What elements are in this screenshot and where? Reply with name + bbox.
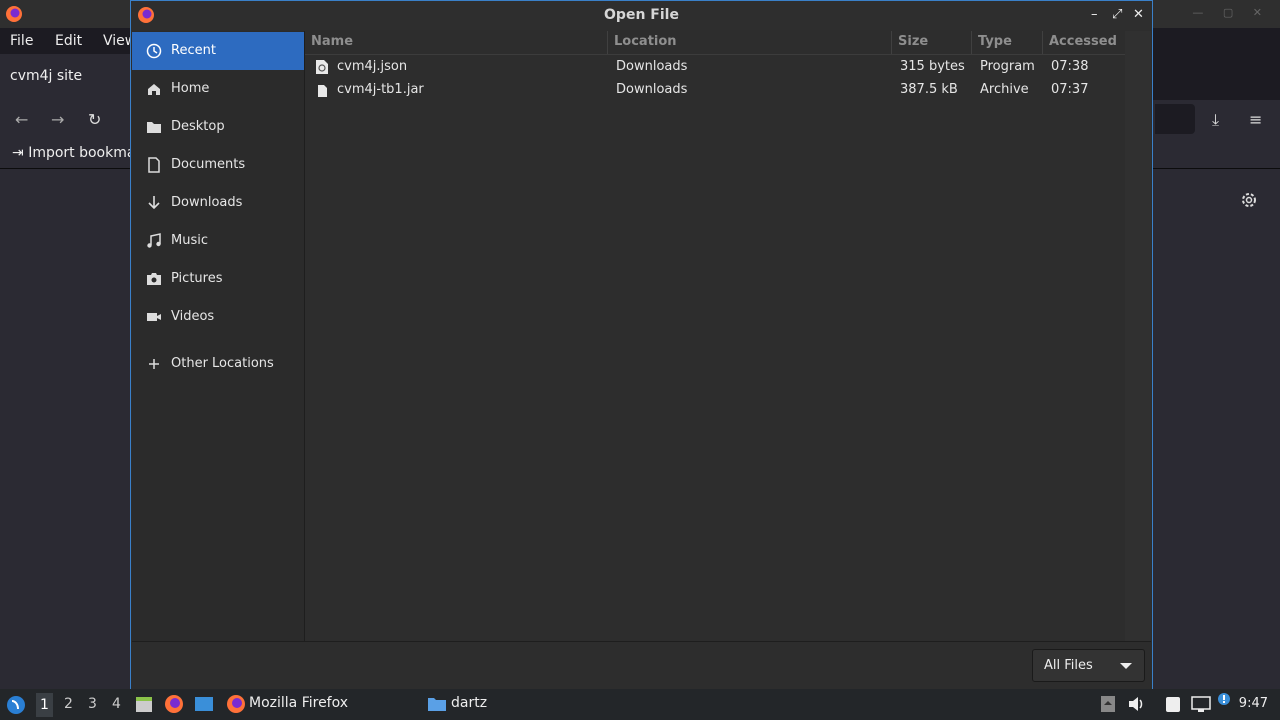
clock[interactable]: 9:47 bbox=[1239, 696, 1268, 711]
firefox-icon bbox=[227, 695, 245, 713]
sidebar-item-label: Pictures bbox=[171, 271, 223, 286]
home-icon bbox=[148, 84, 160, 95]
sidebar-item-documents[interactable]: Documents bbox=[132, 146, 304, 184]
column-headers: Name Location Size Type Accessed bbox=[305, 31, 1125, 55]
workspace-4[interactable]: 4 bbox=[112, 696, 121, 712]
sidebar-item-home[interactable]: Home bbox=[132, 70, 304, 108]
file-location: Downloads bbox=[616, 59, 688, 74]
network-icon[interactable] bbox=[1191, 695, 1211, 713]
music-icon bbox=[147, 233, 161, 248]
script-file-icon bbox=[316, 60, 328, 74]
menu-file[interactable]: File bbox=[10, 33, 33, 49]
file-type: Archive bbox=[980, 82, 1029, 97]
chevron-down-icon bbox=[1120, 663, 1132, 669]
file-row[interactable]: cvm4j-tb1.jar Downloads 387.5 kB Archive… bbox=[305, 78, 1125, 101]
column-header-name[interactable]: Name bbox=[311, 34, 353, 54]
camera-icon bbox=[147, 273, 161, 285]
scrollbar[interactable] bbox=[1125, 31, 1151, 641]
folder-icon bbox=[147, 122, 161, 133]
task-firefox[interactable]: Mozilla Firefox bbox=[249, 695, 348, 711]
download-icon bbox=[148, 196, 160, 210]
downloads-icon[interactable]: ⤓ bbox=[1212, 110, 1219, 130]
terminal-launcher-icon[interactable] bbox=[194, 694, 214, 714]
column-header-size[interactable]: Size bbox=[898, 34, 928, 54]
workspace-1[interactable]: 1 bbox=[36, 693, 53, 717]
firefox-window-controls: — ▢ ✕ bbox=[1192, 6, 1270, 19]
sidebar-item-desktop[interactable]: Desktop bbox=[132, 108, 304, 146]
file-size: 315 bytes bbox=[900, 59, 965, 74]
file-filter-dropdown[interactable]: All Files bbox=[1032, 649, 1145, 682]
minimize-icon[interactable]: – bbox=[1091, 7, 1098, 22]
column-divider[interactable] bbox=[971, 31, 972, 54]
sidebar-item-label: Documents bbox=[171, 157, 246, 172]
video-icon bbox=[147, 313, 161, 321]
reload-icon[interactable]: ↻ bbox=[88, 110, 101, 129]
file-location: Downloads bbox=[616, 82, 688, 97]
column-divider[interactable] bbox=[891, 31, 892, 54]
file-icon bbox=[318, 85, 327, 97]
sidebar-item-label: Videos bbox=[171, 309, 215, 324]
clock-icon bbox=[146, 43, 162, 59]
clipboard-icon[interactable] bbox=[1164, 695, 1182, 713]
import-bookmarks-link[interactable]: ⇥ Import bookma bbox=[12, 145, 135, 161]
dialog-title: Open File bbox=[604, 7, 679, 23]
sidebar-item-label: Desktop bbox=[171, 119, 225, 134]
import-bookmarks-label: Import bookma bbox=[28, 145, 136, 161]
file-accessed: 07:37 bbox=[1051, 82, 1089, 97]
sidebar-item-label: Recent bbox=[171, 43, 216, 58]
column-divider[interactable] bbox=[1042, 31, 1043, 54]
close-icon[interactable]: ✕ bbox=[1133, 7, 1144, 22]
places-sidebar: Recent Home Desktop Documents Downloads … bbox=[132, 31, 305, 641]
dialog-titlebar: Open File – ⤢ ✕ bbox=[131, 0, 1152, 30]
update-notification-icon[interactable] bbox=[1217, 692, 1231, 706]
sidebar-item-recent[interactable]: Recent bbox=[132, 32, 304, 70]
maximize-icon[interactable]: ⤢ bbox=[1112, 7, 1122, 22]
document-icon bbox=[148, 157, 160, 173]
sidebar-item-music[interactable]: Music bbox=[132, 222, 304, 260]
volume-icon[interactable] bbox=[1127, 695, 1145, 713]
sidebar-item-label: Home bbox=[171, 81, 210, 96]
sidebar-item-label: Downloads bbox=[171, 195, 243, 210]
column-header-location[interactable]: Location bbox=[614, 34, 677, 54]
column-divider[interactable] bbox=[607, 31, 608, 54]
task-dartz[interactable]: dartz bbox=[451, 695, 487, 711]
file-name: cvm4j-tb1.jar bbox=[337, 82, 424, 97]
forward-icon[interactable]: → bbox=[51, 110, 64, 129]
dialog-footer: All Files bbox=[132, 641, 1151, 690]
sidebar-item-downloads[interactable]: Downloads bbox=[132, 184, 304, 222]
sidebar-item-pictures[interactable]: Pictures bbox=[132, 260, 304, 298]
file-manager-launcher-icon[interactable] bbox=[134, 694, 154, 714]
firefox-logo-icon bbox=[6, 6, 22, 22]
taskbar: 1 2 3 4 Mozilla Firefox dartz 9:47 bbox=[0, 689, 1280, 720]
back-icon[interactable]: ← bbox=[15, 110, 28, 129]
app-menu-icon[interactable]: ≡ bbox=[1249, 110, 1262, 129]
folder-icon bbox=[428, 698, 446, 711]
file-row[interactable]: cvm4j.json Downloads 315 bytes Program 0… bbox=[305, 55, 1125, 78]
tray-arrow-icon[interactable] bbox=[1100, 695, 1116, 713]
file-filter-value: All Files bbox=[1044, 658, 1093, 673]
workspace-3[interactable]: 3 bbox=[88, 696, 97, 712]
start-menu-icon[interactable] bbox=[6, 695, 26, 715]
open-file-dialog: Open File – ⤢ ✕ Recent Home Desktop Docu… bbox=[130, 0, 1153, 690]
column-header-type[interactable]: Type bbox=[978, 34, 1012, 54]
tab-title: cvm4j site bbox=[10, 68, 83, 84]
url-bar[interactable] bbox=[1155, 104, 1195, 134]
column-header-accessed[interactable]: Accessed bbox=[1049, 34, 1117, 54]
file-name: cvm4j.json bbox=[337, 59, 408, 74]
file-size: 387.5 kB bbox=[900, 82, 958, 97]
file-accessed: 07:38 bbox=[1051, 59, 1089, 74]
workspace-2[interactable]: 2 bbox=[64, 696, 73, 712]
sidebar-item-label: Music bbox=[171, 233, 208, 248]
sidebar-item-videos[interactable]: Videos bbox=[132, 298, 304, 336]
gear-icon[interactable] bbox=[1240, 191, 1258, 209]
browser-tab[interactable]: cvm4j site bbox=[0, 54, 140, 100]
menu-edit[interactable]: Edit bbox=[55, 33, 82, 49]
firefox-launcher-icon[interactable] bbox=[164, 694, 184, 714]
file-type: Program bbox=[980, 59, 1035, 74]
file-list: Name Location Size Type Accessed cvm4j.j… bbox=[305, 31, 1125, 641]
plus-icon bbox=[149, 359, 159, 369]
sidebar-item-other-locations[interactable]: Other Locations bbox=[132, 345, 304, 383]
sidebar-item-label: Other Locations bbox=[171, 356, 274, 371]
